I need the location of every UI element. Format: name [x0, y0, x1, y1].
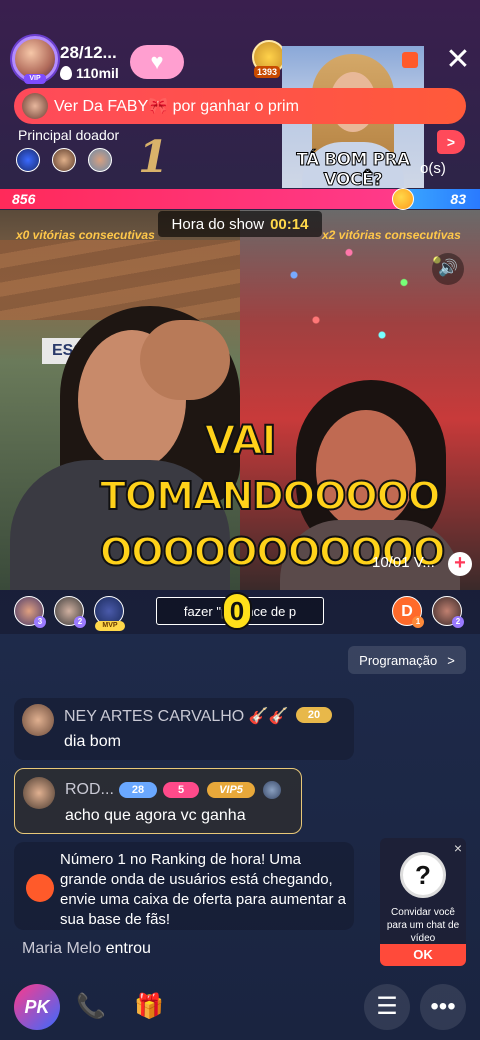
win-streak-left: x0 vitórias consecutivas: [16, 228, 155, 242]
pk-bar-left: 856: [0, 189, 400, 209]
ticker-avatar: [22, 93, 48, 119]
show-timer-label: Hora do show: [171, 215, 265, 233]
pk-emoji-icon: [392, 188, 414, 210]
date-text: 10/01 V...: [372, 554, 435, 571]
pk-button[interactable]: PK: [14, 984, 60, 1030]
more-icon[interactable]: •••: [420, 984, 466, 1030]
menu-icon[interactable]: ☰: [364, 984, 410, 1030]
chat-username[interactable]: NEY ARTES CARVALHO 🎸🎸: [64, 706, 289, 726]
contributor-rank: 2: [452, 616, 464, 628]
host-likes-count: 110mil: [76, 65, 119, 81]
overlay-video-caption: TÁ BOM PRA VOCÊ?: [296, 150, 411, 189]
win-streak-right: x2 vitórias consecutivas: [322, 228, 461, 242]
clock-icon: [26, 874, 54, 902]
host-likes: 110mil: [60, 65, 119, 81]
task-counter: 0: [222, 592, 252, 630]
close-button[interactable]: ✕: [444, 45, 472, 75]
flame-icon: [60, 66, 72, 80]
chat-message-vip[interactable]: ROD... 28 5 VIP5 acho que agora vc ganha: [14, 768, 302, 834]
close-icon[interactable]: ×: [454, 840, 462, 856]
show-timer: Hora do show 00:14: [158, 211, 322, 237]
invite-card[interactable]: × ? Convidar você para um chat de vídeo …: [380, 838, 466, 966]
contributor-avatar[interactable]: 3: [14, 596, 46, 628]
notice-text: Número 1 no Ranking de hora! Uma grande …: [60, 851, 347, 928]
contributor-avatar[interactable]: 2: [432, 596, 464, 628]
mvp-badge: MVP: [95, 621, 125, 631]
chat-username[interactable]: ROD...: [65, 781, 114, 799]
donor-avatar[interactable]: [52, 148, 76, 172]
chat-message[interactable]: NEY ARTES CARVALHO 🎸🎸 20 dia bom: [14, 698, 354, 760]
vip-badge: VIP5: [207, 782, 255, 798]
video-left-roof: [0, 240, 240, 320]
contributor-initial: D: [401, 603, 413, 620]
contributor-rank: 3: [34, 616, 46, 628]
donor-avatar[interactable]: [16, 148, 40, 172]
contributors-right: D 1 2: [392, 596, 464, 628]
side-expand-button[interactable]: >: [437, 130, 465, 154]
top-donor-avatars: [16, 148, 112, 172]
caption-line-3: OOOOOOOOOOO: [99, 529, 446, 575]
host-name[interactable]: 28/12...: [60, 43, 117, 63]
contributor-rank: 1: [412, 616, 424, 628]
add-button[interactable]: +: [448, 552, 472, 576]
programacao-label: Programação: [359, 652, 438, 668]
side-text: o(s): [420, 160, 446, 177]
volume-icon[interactable]: 🔊: [432, 253, 464, 285]
contributor-rank: 2: [74, 616, 86, 628]
video-right-lights: [250, 230, 470, 380]
contributor-avatar[interactable]: D 1: [392, 596, 424, 628]
caption-line-2: TOMANDOOOOO: [99, 473, 441, 519]
chevron-right-icon: >: [447, 652, 455, 668]
entered-username[interactable]: Maria Melo: [22, 940, 101, 957]
ticker-banner[interactable]: Ver Da FABY🎀 por ganhar o prim: [14, 88, 466, 124]
pk-score-left: 856: [12, 191, 36, 207]
follow-button[interactable]: ♥: [130, 45, 184, 79]
level-badge: 20: [296, 707, 332, 723]
chat-avatar[interactable]: [23, 777, 55, 809]
chat-text: acho que agora vc ganha: [65, 807, 246, 824]
gift-icon[interactable]: 🎁: [126, 984, 172, 1030]
ticker-text: Ver Da FABY🎀 por ganhar o prim: [54, 98, 299, 115]
chat-avatar[interactable]: [22, 704, 54, 736]
video-left-hand: [140, 320, 230, 400]
vip-badge: VIP: [24, 74, 46, 84]
programacao-button[interactable]: Programação >: [348, 646, 466, 674]
donor-rank-number: 1: [138, 132, 169, 183]
video-call-icon[interactable]: 📞: [68, 984, 114, 1030]
heart-icon: ♥: [150, 49, 164, 74]
entered-action: entrou: [101, 940, 151, 957]
user-entered-message: Maria Melo entrou: [22, 940, 151, 958]
invite-ok-button[interactable]: OK: [380, 944, 466, 966]
contributors-left: 3 2 MVP: [14, 596, 125, 631]
donor-avatar[interactable]: [88, 148, 112, 172]
chat-text: dia bom: [64, 733, 121, 750]
rank-count: 1393: [254, 66, 281, 78]
system-notice: Número 1 no Ranking de hora! Uma grande …: [14, 842, 354, 930]
app-logo-icon: [402, 52, 418, 68]
top-donor-label: Principal doador: [18, 127, 120, 143]
question-icon: ?: [400, 852, 446, 898]
pk-score-right: 83: [450, 191, 466, 207]
invite-text: Convidar você para um chat de vídeo: [386, 907, 460, 944]
contributor-avatar[interactable]: MVP: [94, 596, 125, 631]
caption-line-1: VAI: [203, 417, 277, 465]
fan-badge: 5: [163, 782, 199, 798]
level-badge: 28: [119, 782, 157, 798]
contributor-avatar[interactable]: 2: [54, 596, 86, 628]
show-timer-value: 00:14: [270, 215, 309, 233]
small-badge-icon: [263, 781, 281, 799]
